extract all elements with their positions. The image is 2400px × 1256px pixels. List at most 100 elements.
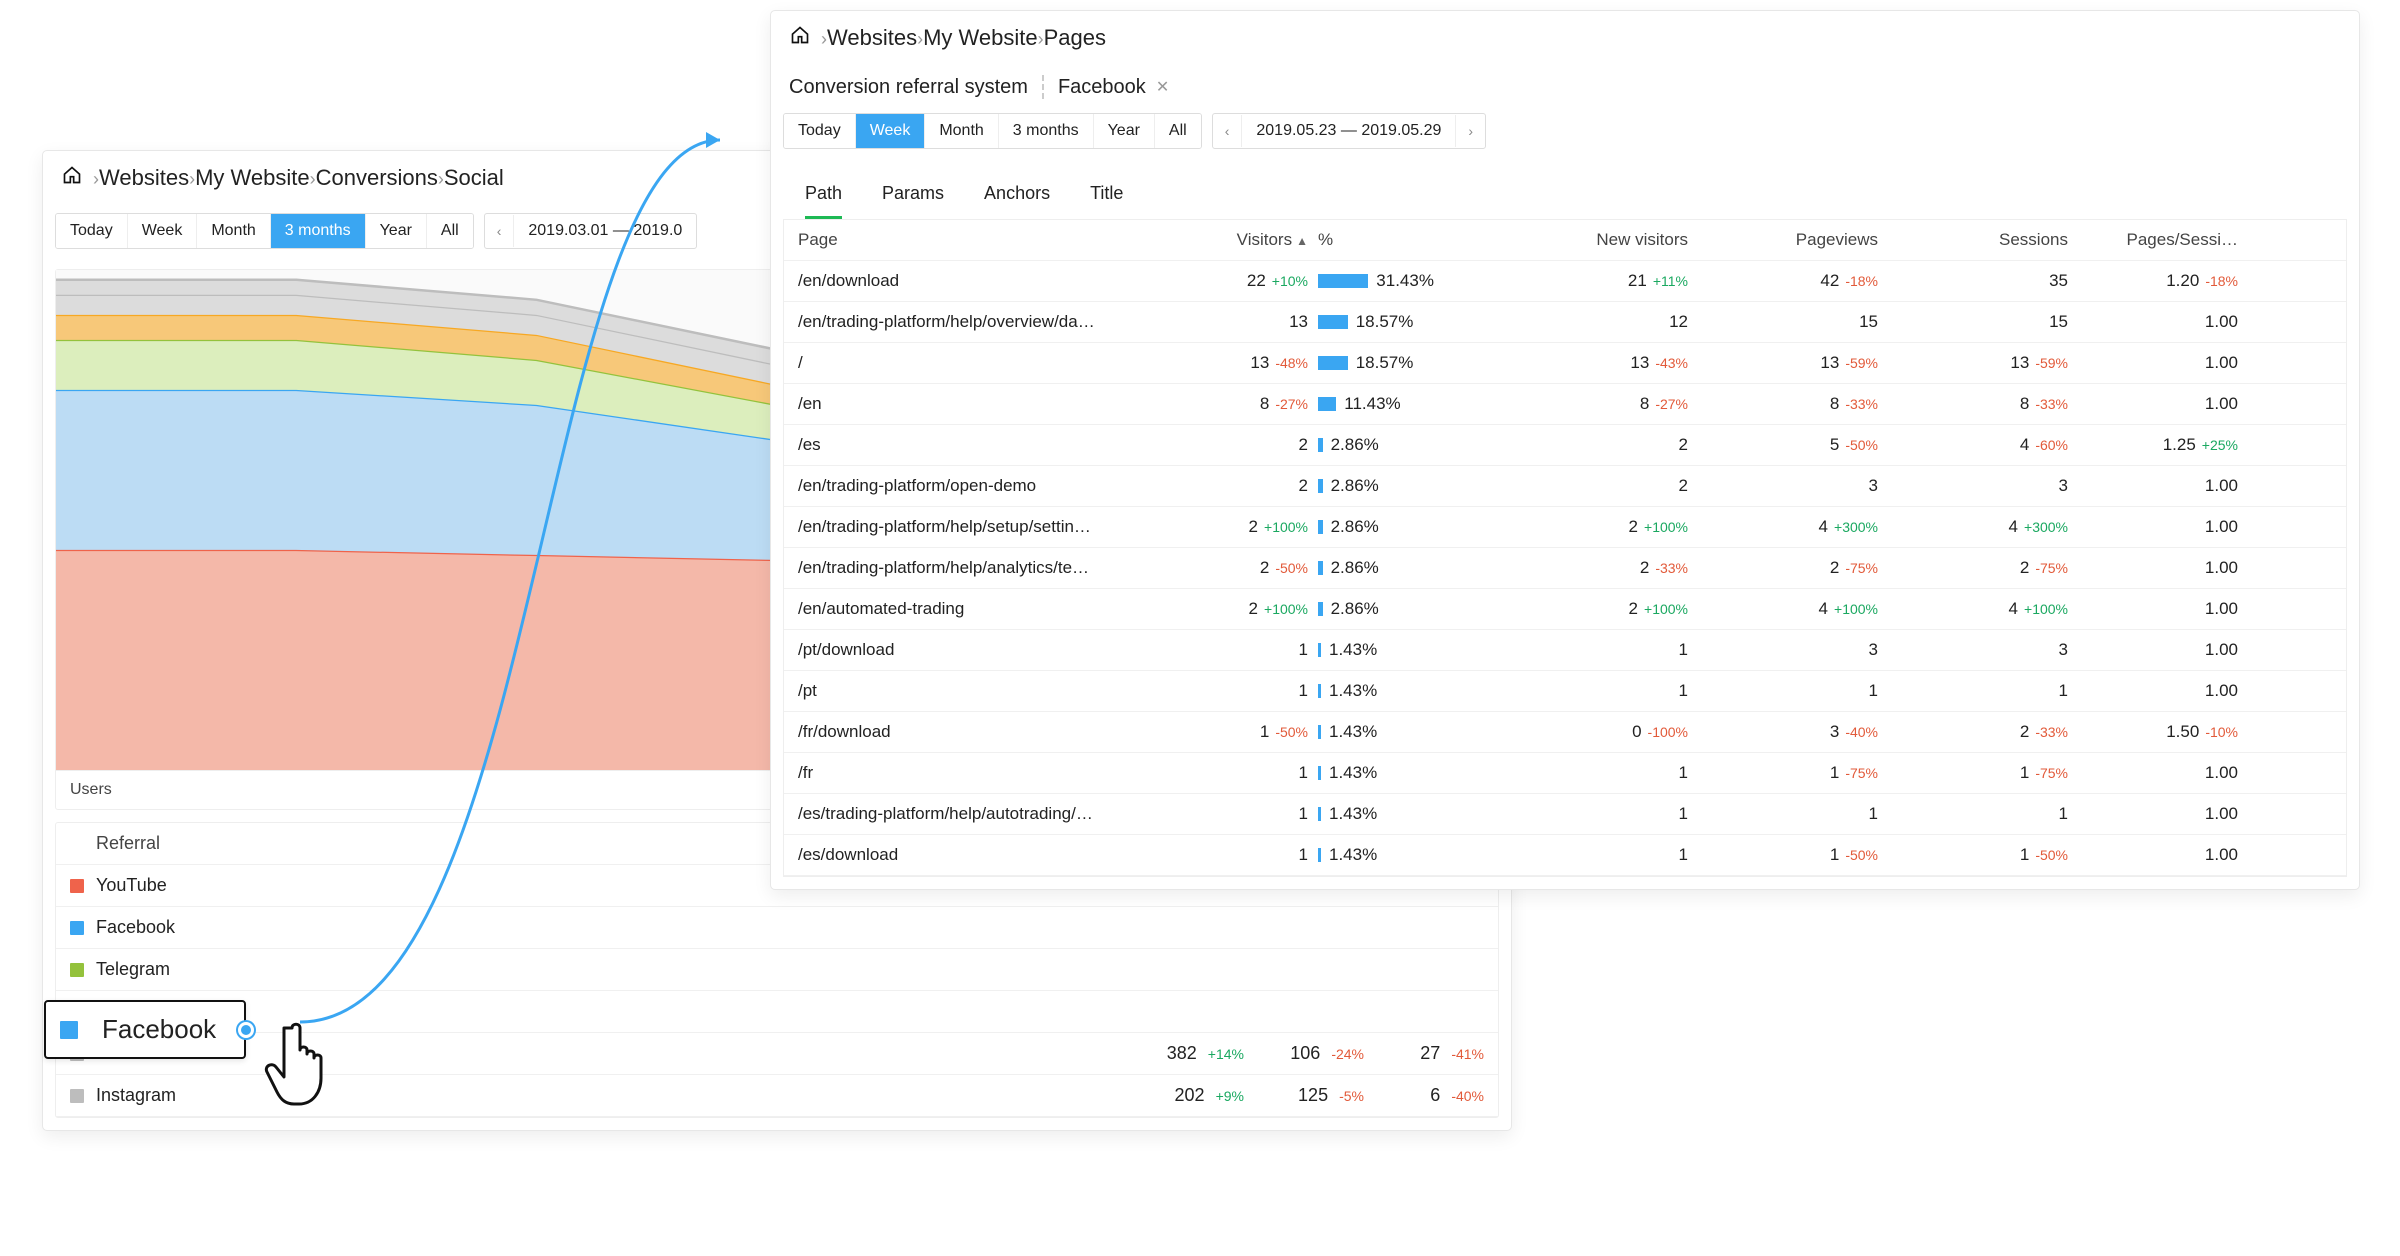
table-row[interactable]: /fr/download1 -50%1.43%0 -100%3 -40%2 -3… xyxy=(784,712,2346,753)
cell-value: 1 xyxy=(1158,640,1318,660)
cell-percent: 1.43% xyxy=(1318,681,1498,701)
table-row[interactable]: /es/download11.43%11 -50%1 -50%1.00 xyxy=(784,835,2346,876)
breadcrumb-node[interactable]: Websites xyxy=(99,165,189,190)
range-seg-3-months[interactable]: 3 months xyxy=(999,114,1094,148)
breadcrumb-node[interactable]: Social xyxy=(444,165,504,190)
prev-range-button[interactable]: ‹ xyxy=(485,215,515,247)
referral-row-telegram[interactable]: Telegram xyxy=(56,949,1498,991)
table-row[interactable]: /en/trading-platform/open-demo22.86%2331… xyxy=(784,466,2346,507)
column-header[interactable]: Page xyxy=(798,230,1158,250)
range-seg-month[interactable]: Month xyxy=(197,214,270,248)
cell-value: 2 -33% xyxy=(1498,558,1698,578)
table-row[interactable]: /pt/download11.43%1331.00 xyxy=(784,630,2346,671)
referral-name: Facebook xyxy=(96,917,396,938)
referral-popout-facebook[interactable]: Facebook xyxy=(44,1000,246,1059)
cell-page: /en/trading-platform/open-demo xyxy=(798,476,1158,496)
range-seg-week[interactable]: Week xyxy=(128,214,198,248)
cell-value: 3 -40% xyxy=(1698,722,1888,742)
referral-name: Telegram xyxy=(96,959,396,980)
cell-value: 8 -27% xyxy=(1498,394,1698,414)
prev-range-button[interactable]: ‹ xyxy=(1213,115,1243,147)
cell-value: 2 xyxy=(1498,435,1698,455)
table-row[interactable]: /pt11.43%1111.00 xyxy=(784,671,2346,712)
cell-value: 12 xyxy=(1498,312,1698,332)
table-row[interactable]: /en8 -27%11.43%8 -27%8 -33%8 -33%1.00 xyxy=(784,384,2346,425)
column-header[interactable]: New visitors xyxy=(1498,230,1698,250)
range-segments-right: TodayWeekMonth3 monthsYearAll xyxy=(783,113,1202,149)
home-icon[interactable] xyxy=(61,165,83,191)
cell-percent: 1.43% xyxy=(1318,722,1498,742)
cell-value: 1 xyxy=(1698,804,1888,824)
table-row[interactable]: /en/automated-trading2 +100%2.86%2 +100%… xyxy=(784,589,2346,630)
breadcrumb-node[interactable]: My Website xyxy=(195,165,310,190)
range-seg-year[interactable]: Year xyxy=(1094,114,1155,148)
cell-value: 3 xyxy=(1888,476,2078,496)
swatch-icon xyxy=(60,1021,78,1039)
column-header[interactable]: Visitors▲ xyxy=(1158,230,1318,250)
cell-page: /fr xyxy=(798,763,1158,783)
column-header[interactable]: Pages/Sessi… xyxy=(2078,230,2248,250)
cell-percent: 31.43% xyxy=(1318,271,1498,291)
table-row[interactable]: /es22.86%25 -50%4 -60%1.25 +25% xyxy=(784,425,2346,466)
cell-page: /en/trading-platform/help/analytics/te… xyxy=(798,558,1158,578)
range-seg-today[interactable]: Today xyxy=(784,114,856,148)
cell-percent: 1.43% xyxy=(1318,763,1498,783)
cell-value: 1 -50% xyxy=(1888,845,2078,865)
breadcrumb-node[interactable]: Websites xyxy=(827,25,917,50)
cell-value: 1.00 xyxy=(2078,845,2248,865)
cell-value: 1.00 xyxy=(2078,804,2248,824)
referral-row-facebook[interactable]: Facebook xyxy=(56,907,1498,949)
date-range-display[interactable]: 2019.05.23 — 2019.05.29 xyxy=(1242,114,1455,148)
tab-path[interactable]: Path xyxy=(805,183,842,219)
referral-metric: 27 -41% xyxy=(1364,1043,1484,1064)
range-seg-all[interactable]: All xyxy=(427,214,473,248)
cell-value: 2 +100% xyxy=(1158,599,1318,619)
cell-percent: 2.86% xyxy=(1318,476,1498,496)
cell-page: /en/trading-platform/help/setup/settin… xyxy=(798,517,1158,537)
breadcrumb-node[interactable]: My Website xyxy=(923,25,1038,50)
table-row[interactable]: /en/download22 +10%31.43%21 +11%42 -18%3… xyxy=(784,261,2346,302)
date-range-display[interactable]: 2019.03.01 — 2019.0 xyxy=(514,214,696,248)
table-row[interactable]: /en/trading-platform/help/setup/settin…2… xyxy=(784,507,2346,548)
cell-page: /es/download xyxy=(798,845,1158,865)
next-range-button[interactable]: › xyxy=(1455,115,1485,147)
cell-value: 2 xyxy=(1498,476,1698,496)
range-seg-month[interactable]: Month xyxy=(925,114,998,148)
tab-anchors[interactable]: Anchors xyxy=(984,183,1050,219)
cell-value: 1 -75% xyxy=(1888,763,2078,783)
referral-row-instagram[interactable]: Instagram202 +9%125 -5%6 -40% xyxy=(56,1075,1498,1117)
cell-value: 1.00 xyxy=(2078,640,2248,660)
home-icon[interactable] xyxy=(789,25,811,51)
range-seg-today[interactable]: Today xyxy=(56,214,128,248)
referral-row-qq[interactable]: QQ xyxy=(56,991,1498,1033)
cell-value: 4 +300% xyxy=(1888,517,2078,537)
cell-value: 13 -43% xyxy=(1498,353,1698,373)
table-row[interactable]: /en/trading-platform/help/analytics/te… 2… xyxy=(784,548,2346,589)
table-row[interactable]: /13 -48%18.57%13 -43%13 -59%13 -59%1.00 xyxy=(784,343,2346,384)
cell-value: 1 xyxy=(1888,681,2078,701)
breadcrumb-node[interactable]: Pages xyxy=(1044,25,1106,50)
connector-dot xyxy=(238,1022,254,1038)
tab-title[interactable]: Title xyxy=(1090,183,1123,219)
close-icon[interactable]: ✕ xyxy=(1156,77,1169,97)
breadcrumb-node[interactable]: Conversions xyxy=(316,165,438,190)
range-seg-year[interactable]: Year xyxy=(366,214,427,248)
table-row[interactable]: /es/trading-platform/help/autotrading/…1… xyxy=(784,794,2346,835)
column-header[interactable]: Sessions xyxy=(1888,230,2078,250)
cell-value: 1 xyxy=(1888,804,2078,824)
cell-page: /en/automated-trading xyxy=(798,599,1158,619)
range-seg-week[interactable]: Week xyxy=(856,114,926,148)
cell-value: 1.00 xyxy=(2078,476,2248,496)
range-seg-3-months[interactable]: 3 months xyxy=(271,214,366,248)
referral-row-vk[interactable]: VK382 +14%106 -24%27 -41% xyxy=(56,1033,1498,1075)
table-row[interactable]: /fr11.43%11 -75%1 -75%1.00 xyxy=(784,753,2346,794)
cell-percent: 2.86% xyxy=(1318,599,1498,619)
table-row[interactable]: /en/trading-platform/help/overview/da…13… xyxy=(784,302,2346,343)
cell-value: 1.00 xyxy=(2078,353,2248,373)
column-header[interactable]: % xyxy=(1318,230,1498,250)
column-header[interactable]: Pageviews xyxy=(1698,230,1888,250)
range-seg-all[interactable]: All xyxy=(1155,114,1201,148)
tab-params[interactable]: Params xyxy=(882,183,944,219)
cell-percent: 11.43% xyxy=(1318,394,1498,414)
filter-chip-facebook[interactable]: Facebook ✕ xyxy=(1058,76,1169,99)
